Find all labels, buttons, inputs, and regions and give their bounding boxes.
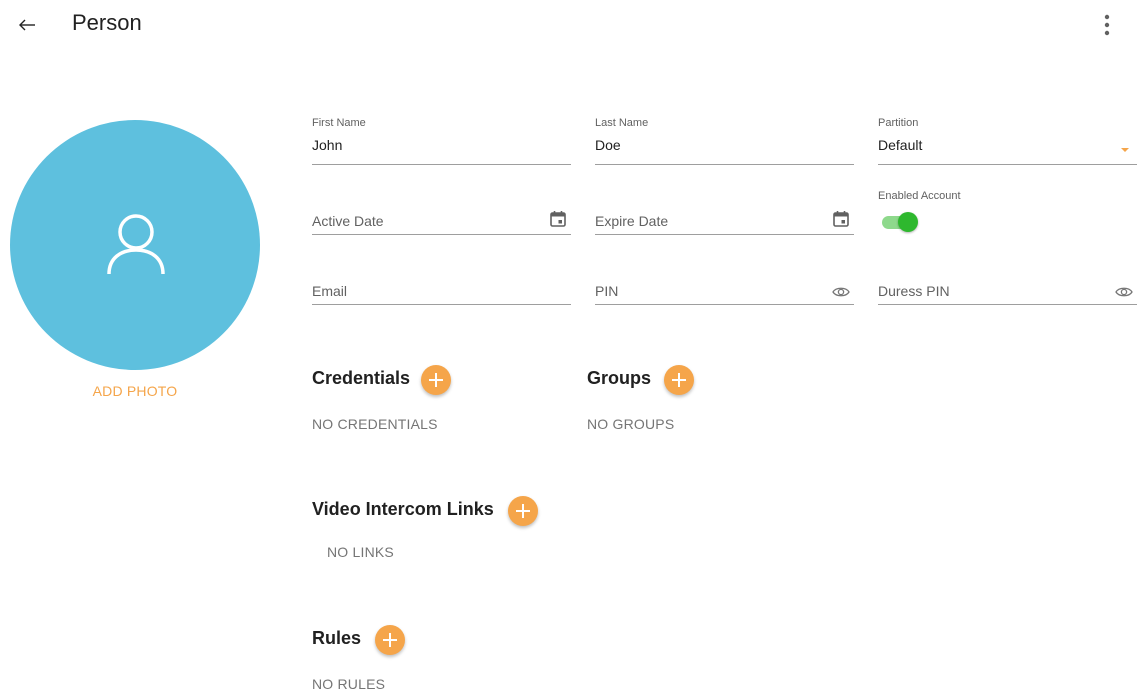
groups-empty-text: NO GROUPS bbox=[587, 416, 675, 432]
email-placeholder: Email bbox=[312, 282, 348, 299]
expire-date-field[interactable]: Expire Date bbox=[595, 187, 854, 235]
arrow-left-icon bbox=[19, 19, 35, 31]
rules-empty-text: NO RULES bbox=[312, 676, 386, 692]
partition-value: Default bbox=[878, 137, 923, 153]
credentials-empty-text: NO CREDENTIALS bbox=[312, 416, 438, 432]
pin-placeholder: PIN bbox=[595, 282, 619, 299]
first-name-value: John bbox=[312, 137, 343, 153]
eye-icon[interactable] bbox=[832, 285, 850, 299]
partition-select[interactable]: Partition Default bbox=[878, 117, 1137, 165]
add-video-intercom-link-button[interactable] bbox=[508, 496, 538, 526]
eye-icon[interactable] bbox=[1115, 285, 1133, 299]
last-name-value: Doe bbox=[595, 137, 621, 153]
dropdown-arrow-icon bbox=[1121, 148, 1129, 152]
rules-title: Rules bbox=[312, 628, 362, 648]
partition-label: Partition bbox=[878, 117, 919, 129]
top-bar: Person bbox=[0, 0, 1138, 50]
credentials-title: Credentials bbox=[312, 368, 411, 388]
duress-pin-placeholder: Duress PIN bbox=[878, 282, 950, 299]
links-empty-text: NO LINKS bbox=[327, 544, 394, 560]
more-vert-icon bbox=[1104, 14, 1110, 36]
duress-pin-field[interactable]: Duress PIN bbox=[878, 257, 1137, 305]
enabled-account-toggle[interactable] bbox=[880, 212, 918, 232]
calendar-icon[interactable] bbox=[832, 210, 850, 228]
toggle-knob bbox=[898, 212, 918, 232]
first-name-field[interactable]: First Name John bbox=[312, 117, 571, 165]
avatar bbox=[10, 120, 260, 370]
add-credential-button[interactable] bbox=[421, 365, 451, 395]
active-date-placeholder: Active Date bbox=[312, 212, 384, 229]
last-name-field[interactable]: Last Name Doe bbox=[595, 117, 854, 165]
page-title: Person bbox=[72, 10, 142, 35]
groups-title: Groups bbox=[587, 368, 652, 388]
enabled-account-label: Enabled Account bbox=[878, 190, 961, 202]
email-field[interactable]: Email bbox=[312, 257, 571, 305]
more-options-button[interactable] bbox=[1094, 12, 1120, 38]
first-name-label: First Name bbox=[312, 117, 366, 129]
add-rule-button[interactable] bbox=[375, 625, 405, 655]
pin-field[interactable]: PIN bbox=[595, 257, 854, 305]
active-date-field[interactable]: Active Date bbox=[312, 187, 571, 235]
calendar-icon[interactable] bbox=[549, 210, 567, 228]
last-name-label: Last Name bbox=[595, 117, 649, 129]
expire-date-placeholder: Expire Date bbox=[595, 212, 669, 229]
add-group-button[interactable] bbox=[664, 365, 694, 395]
video-intercom-links-title: Video Intercom Links bbox=[312, 499, 494, 519]
add-photo-button[interactable]: ADD PHOTO bbox=[10, 383, 260, 399]
person-icon bbox=[107, 214, 165, 275]
back-button[interactable] bbox=[14, 12, 40, 38]
